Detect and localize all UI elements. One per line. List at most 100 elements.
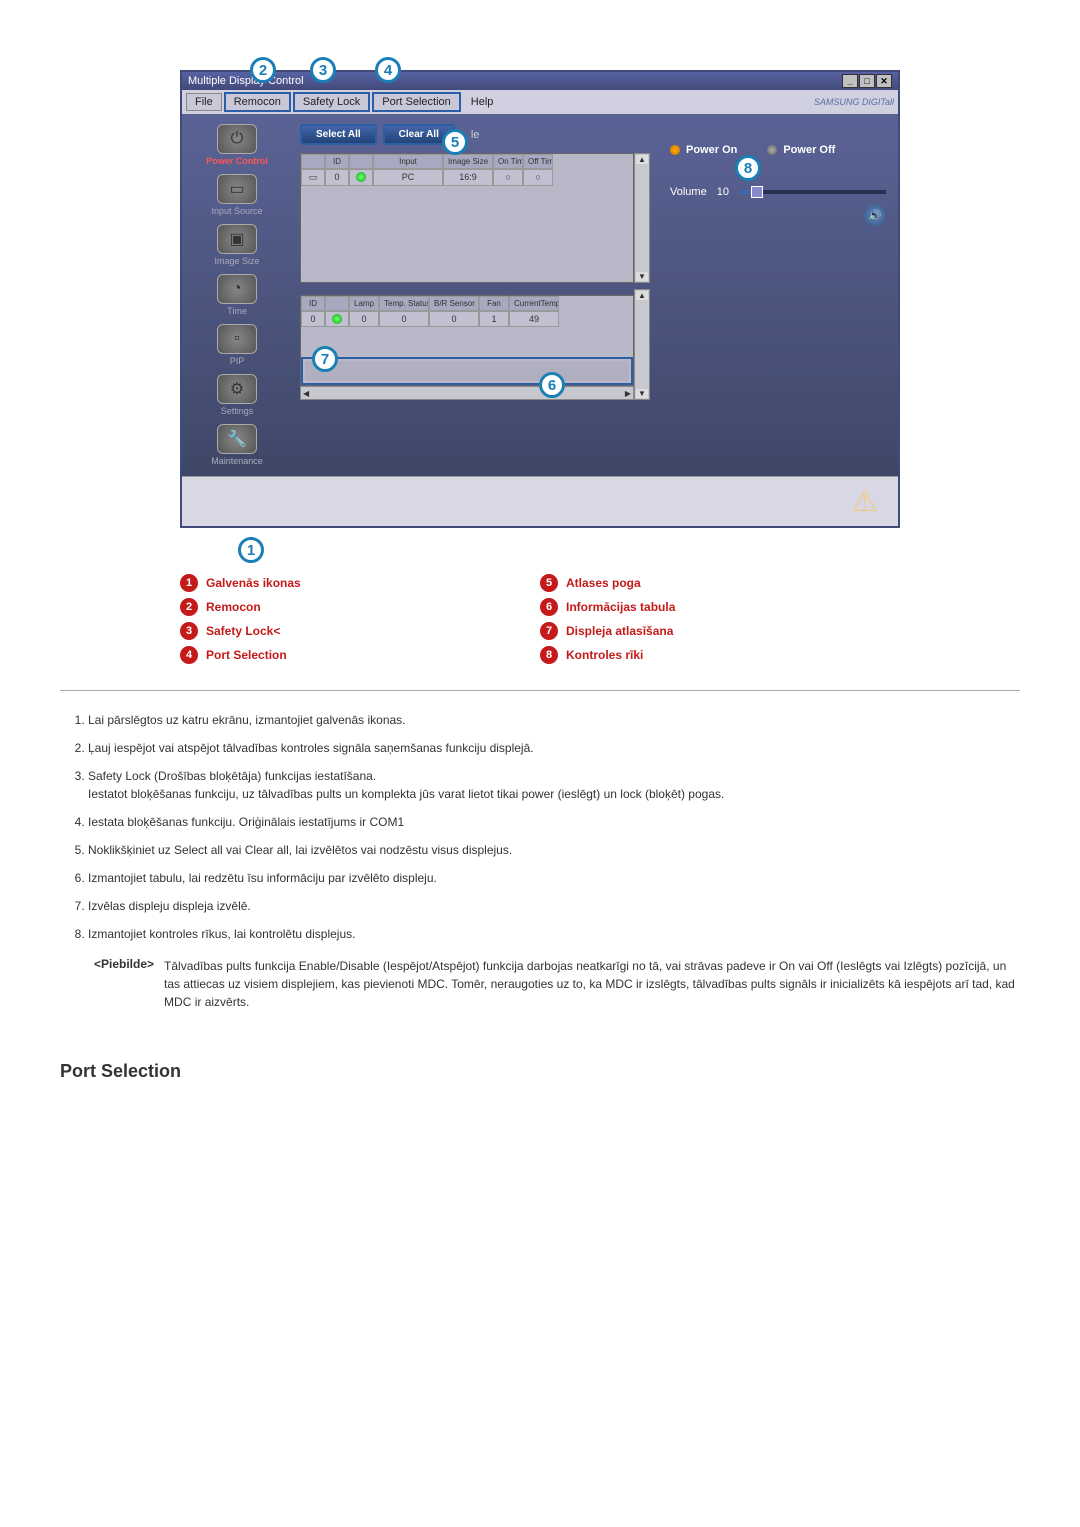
- section-heading: Port Selection: [60, 1061, 1020, 1082]
- grid-header-cell: On Timer: [493, 154, 523, 169]
- speaker-icon: 🔊: [868, 209, 882, 222]
- power-on-button[interactable]: Power On: [670, 144, 737, 156]
- settings-icon: ⚙: [217, 374, 257, 404]
- sidebar-item-settings[interactable]: ⚙ Settings: [186, 372, 288, 418]
- scroll-down-icon[interactable]: ▼: [636, 272, 648, 281]
- status-dot-icon: [332, 314, 342, 324]
- horizontal-scrollbar[interactable]: ◀▶: [300, 386, 634, 400]
- scroll-down-icon[interactable]: ▼: [636, 389, 648, 398]
- select-all-button[interactable]: Select All: [300, 124, 377, 145]
- brand-label: SAMSUNG DIGITall: [814, 97, 894, 107]
- legend-item: 8Kontroles rīki: [540, 646, 900, 664]
- grid-header-cell: [325, 296, 349, 311]
- sidebar: ⏻ Power Control ▭ Input Source ▣ Image S…: [182, 114, 292, 476]
- legend-item: 6Informācijas tabula: [540, 598, 900, 616]
- mute-button[interactable]: 🔊: [864, 204, 886, 226]
- legend-item: 1Galvenās ikonas: [180, 574, 540, 592]
- sidebar-label: Input Source: [188, 206, 286, 216]
- list-item: Safety Lock (Drošības bloķētāja) funkcij…: [88, 767, 1020, 803]
- power-off-button[interactable]: Power Off: [767, 144, 835, 156]
- content-area: Select All Clear All le ID Input Image S…: [292, 114, 658, 476]
- callout-3: 3: [310, 57, 336, 83]
- list-item: Noklikšķiniet uz Select all vai Clear al…: [88, 841, 1020, 859]
- grid-cell: ○: [493, 169, 523, 186]
- sidebar-item-input-source[interactable]: ▭ Input Source: [186, 172, 288, 218]
- sidebar-label: PIP: [188, 356, 286, 366]
- sidebar-item-image-size[interactable]: ▣ Image Size: [186, 222, 288, 268]
- grid-cell[interactable]: ▭: [301, 169, 325, 186]
- sidebar-label: Time: [188, 306, 286, 316]
- close-button[interactable]: ✕: [876, 74, 892, 88]
- volume-value: 10: [717, 186, 729, 198]
- menu-file[interactable]: File: [186, 93, 222, 111]
- grid-cell: 16:9: [443, 169, 493, 186]
- menu-help[interactable]: Help: [463, 94, 502, 110]
- note-label: <Piebilde>: [94, 957, 154, 1011]
- callout-2: 2: [250, 57, 276, 83]
- sidebar-item-power-control[interactable]: ⏻ Power Control: [186, 122, 288, 168]
- sidebar-item-time[interactable]: ◔ Time: [186, 272, 288, 318]
- menu-port-selection[interactable]: Port Selection: [372, 92, 460, 112]
- list-item: Izvēlas displeju displeja izvēlē.: [88, 897, 1020, 915]
- callout-1: 1: [238, 537, 264, 563]
- callout-8: 8: [735, 155, 761, 181]
- grid-header-cell: [349, 154, 373, 169]
- display-selection-frame[interactable]: [301, 357, 633, 385]
- warning-icon: ⚠: [851, 484, 878, 519]
- volume-label: Volume: [670, 186, 707, 198]
- window-title: Multiple Display Control: [188, 75, 304, 87]
- menu-safety-lock[interactable]: Safety Lock: [293, 92, 370, 112]
- grid-header-cell: Lamp: [349, 296, 379, 311]
- grid-cell: 0: [379, 311, 429, 327]
- vertical-scrollbar[interactable]: ▲ ▼: [634, 289, 650, 400]
- maintenance-icon: 🔧: [217, 424, 257, 454]
- menu-remocon[interactable]: Remocon: [224, 92, 291, 112]
- sidebar-item-maintenance[interactable]: 🔧 Maintenance: [186, 422, 288, 468]
- power-on-indicator-icon: [670, 145, 680, 155]
- info-grid: ID Lamp Temp. Status B/R Sensor Fan Curr…: [300, 295, 634, 386]
- slider-thumb[interactable]: [751, 186, 763, 198]
- callout-7: 7: [312, 346, 338, 372]
- app-window: Multiple Display Control _ □ ✕ File Remo…: [180, 70, 900, 528]
- callout-6: 6: [539, 372, 565, 398]
- sidebar-label: Settings: [188, 406, 286, 416]
- grid-cell: 0: [301, 311, 325, 327]
- grid-header-cell: Input: [373, 154, 443, 169]
- grid-header-cell: ID: [301, 296, 325, 311]
- grid-header-cell: B/R Sensor: [429, 296, 479, 311]
- callout-5: 5: [442, 129, 468, 155]
- minimize-button[interactable]: _: [842, 74, 858, 88]
- list-item: Izmantojiet kontroles rīkus, lai kontrol…: [88, 925, 1020, 943]
- volume-slider[interactable]: [739, 190, 886, 194]
- legend-item: 4Port Selection: [180, 646, 540, 664]
- grid-cell: 1: [479, 311, 509, 327]
- grid-header-cell: Temp. Status: [379, 296, 429, 311]
- grid-cell: PC: [373, 169, 443, 186]
- display-grid: ID Input Image Size On Timer Off Timer ▭…: [300, 153, 634, 283]
- vertical-scrollbar[interactable]: ▲ ▼: [634, 153, 650, 283]
- pip-icon: ▫: [217, 324, 257, 354]
- sidebar-label: Power Control: [188, 156, 286, 166]
- sidebar-label: Maintenance: [188, 456, 286, 466]
- input-icon: ▭: [217, 174, 257, 204]
- power-off-label: Power Off: [783, 144, 835, 156]
- maximize-button[interactable]: □: [859, 74, 875, 88]
- grid-cell: 0: [429, 311, 479, 327]
- scroll-up-icon[interactable]: ▲: [636, 155, 648, 164]
- status-dot-icon: [356, 172, 366, 182]
- time-icon: ◔: [217, 274, 257, 304]
- scroll-up-icon[interactable]: ▲: [636, 291, 648, 300]
- grid-header-cell: [301, 154, 325, 169]
- note: <Piebilde> Tālvadības pults funkcija Ena…: [94, 957, 1020, 1011]
- grid-cell: [325, 311, 349, 327]
- power-off-indicator-icon: [767, 145, 777, 155]
- grid-cell: 49: [509, 311, 559, 327]
- app-screenshot: 1 2 3 4 5 6 7 8 Multiple Display Control…: [180, 70, 900, 528]
- grid-header-cell: ID: [325, 154, 349, 169]
- legend-item: 3Safety Lock<: [180, 622, 540, 640]
- list-item: Ļauj iespējot vai atspējot tālvadības ko…: [88, 739, 1020, 757]
- sidebar-item-pip[interactable]: ▫ PIP: [186, 322, 288, 368]
- legend-item: 7Displeja atlasīšana: [540, 622, 900, 640]
- separator: [60, 690, 1020, 691]
- scroll-right-icon: ▶: [625, 389, 631, 398]
